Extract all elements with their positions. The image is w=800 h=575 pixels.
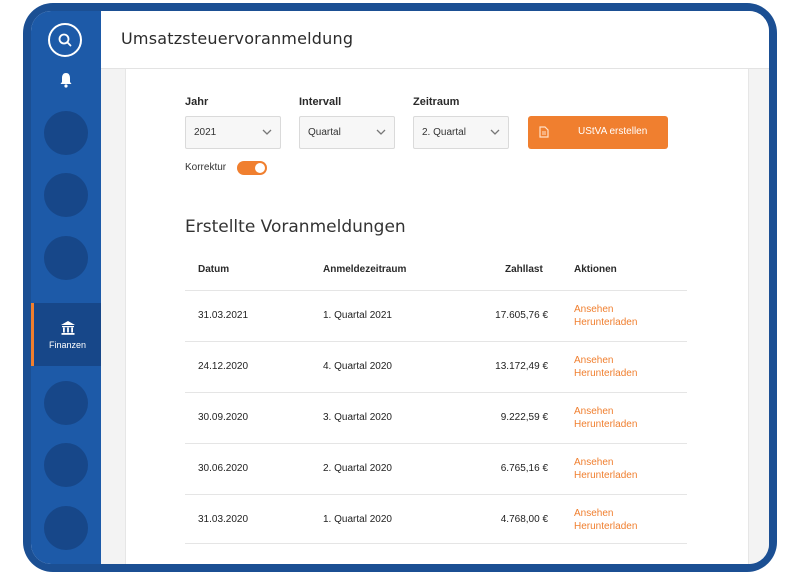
sidebar-item-7[interactable] — [44, 506, 88, 550]
view-link[interactable]: Ansehen — [574, 354, 637, 367]
create-ustva-label: UStVA erstellen — [578, 126, 648, 137]
correction-toggle[interactable] — [237, 161, 267, 175]
search-button[interactable] — [48, 23, 82, 57]
row-actions: Ansehen Herunterladen — [574, 354, 637, 380]
row-amount: 17.605,76 € — [495, 310, 548, 321]
table-row: 31.03.2021 1. Quartal 2021 17.605,76 € A… — [185, 290, 687, 342]
table-row: 24.12.2020 4. Quartal 2020 13.172,49 € A… — [185, 341, 687, 393]
section-title: Erstellte Voranmeldungen — [185, 217, 406, 237]
sidebar-item-2[interactable] — [44, 173, 88, 217]
view-link[interactable]: Ansehen — [574, 405, 637, 418]
row-date: 31.03.2020 — [198, 514, 249, 525]
row-amount: 4.768,00 € — [500, 514, 548, 525]
sidebar-item-label: Finanzen — [48, 339, 87, 350]
column-header-actions: Aktionen — [574, 264, 617, 275]
create-ustva-button[interactable]: UStVA erstellen — [528, 116, 668, 149]
row-period: 1. Quartal 2020 — [323, 514, 392, 525]
row-date: 24.12.2020 — [198, 361, 249, 372]
sidebar-item-1[interactable] — [44, 111, 88, 155]
sidebar-item-5[interactable] — [44, 381, 88, 425]
row-actions: Ansehen Herunterladen — [574, 405, 637, 431]
row-actions: Ansehen Herunterladen — [574, 456, 637, 482]
row-period: 1. Quartal 2021 — [323, 310, 392, 321]
interval-select[interactable]: Quartal — [299, 116, 395, 149]
row-date: 31.03.2021 — [198, 310, 249, 321]
row-actions: Ansehen Herunterladen — [574, 303, 637, 329]
search-icon — [58, 33, 72, 47]
row-date: 30.09.2020 — [198, 412, 249, 423]
column-header-amount: Zahllast — [505, 264, 543, 275]
interval-label: Intervall — [299, 96, 342, 108]
row-amount: 6.765,16 € — [500, 463, 548, 474]
download-link[interactable]: Herunterladen — [574, 418, 637, 431]
chevron-down-icon — [262, 129, 272, 135]
view-link[interactable]: Ansehen — [574, 507, 637, 520]
table-row: 31.03.2020 1. Quartal 2020 4.768,00 € An… — [185, 494, 687, 546]
row-amount: 13.172,49 € — [495, 361, 548, 372]
row-amount: 9.222,59 € — [500, 412, 548, 423]
toggle-knob — [255, 163, 265, 173]
table-row: 30.09.2020 3. Quartal 2020 9.222,59 € An… — [185, 392, 687, 444]
chevron-down-icon — [376, 129, 386, 135]
download-link[interactable]: Herunterladen — [574, 469, 637, 482]
period-select-value: 2. Quartal — [422, 127, 466, 138]
page-title: Umsatzsteuervoranmeldung — [121, 29, 354, 48]
view-link[interactable]: Ansehen — [574, 456, 637, 469]
download-link[interactable]: Herunterladen — [574, 316, 637, 329]
chevron-down-icon — [490, 129, 500, 135]
sidebar: Finanzen — [31, 11, 101, 564]
interval-select-value: Quartal — [308, 127, 341, 138]
view-link[interactable]: Ansehen — [574, 303, 637, 316]
table-row: 30.06.2020 2. Quartal 2020 6.765,16 € An… — [185, 443, 687, 495]
column-header-period: Anmeldezeitraum — [323, 264, 407, 275]
year-label: Jahr — [185, 96, 209, 108]
row-period: 2. Quartal 2020 — [323, 463, 392, 474]
period-select[interactable]: 2. Quartal — [413, 116, 509, 149]
correction-label: Korrektur — [185, 162, 227, 173]
app-window: Finanzen Umsatzsteuervoranmeldung Jahr I… — [31, 11, 769, 564]
download-link[interactable]: Herunterladen — [574, 367, 637, 380]
content-card: Jahr Intervall Zeitraum 2021 Quartal 2. … — [125, 69, 749, 564]
header: Umsatzsteuervoranmeldung — [101, 11, 769, 69]
year-select-value: 2021 — [194, 127, 217, 138]
period-label: Zeitraum — [413, 96, 460, 108]
year-select[interactable]: 2021 — [185, 116, 281, 149]
sidebar-item-finanzen[interactable]: Finanzen — [31, 303, 101, 366]
sidebar-item-3[interactable] — [44, 236, 88, 280]
sidebar-item-6[interactable] — [44, 443, 88, 487]
row-actions: Ansehen Herunterladen — [574, 507, 637, 533]
row-period: 4. Quartal 2020 — [323, 361, 392, 372]
document-icon — [539, 126, 549, 138]
download-link[interactable]: Herunterladen — [574, 520, 637, 533]
main-content: Jahr Intervall Zeitraum 2021 Quartal 2. … — [101, 69, 769, 564]
table-divider — [185, 543, 687, 544]
row-date: 30.06.2020 — [198, 463, 249, 474]
bell-icon[interactable] — [59, 72, 73, 88]
row-period: 3. Quartal 2020 — [323, 412, 392, 423]
bank-icon — [60, 320, 75, 335]
column-header-date: Datum — [198, 264, 230, 275]
